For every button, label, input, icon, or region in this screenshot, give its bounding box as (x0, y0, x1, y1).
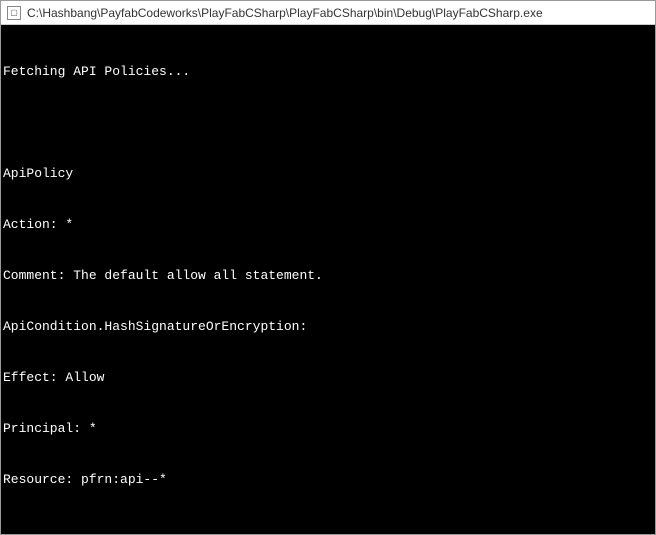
console-line: Fetching API Policies... (3, 63, 651, 80)
console-line: ApiCondition.HashSignatureOrEncryption: (3, 318, 651, 335)
console-line: Action: * (3, 216, 651, 233)
app-icon: ▢ (7, 6, 21, 20)
console-output[interactable]: Fetching API Policies... ApiPolicy Actio… (1, 25, 655, 534)
console-line: Comment: The default allow all statement… (3, 267, 651, 284)
console-line: Resource: pfrn:api--* (3, 471, 651, 488)
app-window: ▢ C:\Hashbang\PayfabCodeworks\PlayFabCSh… (0, 0, 656, 535)
console-line: ApiPolicy (3, 165, 651, 182)
console-line (3, 522, 651, 534)
window-title: C:\Hashbang\PayfabCodeworks\PlayFabCShar… (27, 6, 543, 20)
console-line (3, 114, 651, 131)
console-line: Principal: * (3, 420, 651, 437)
title-bar[interactable]: ▢ C:\Hashbang\PayfabCodeworks\PlayFabCSh… (1, 1, 655, 25)
console-line: Effect: Allow (3, 369, 651, 386)
